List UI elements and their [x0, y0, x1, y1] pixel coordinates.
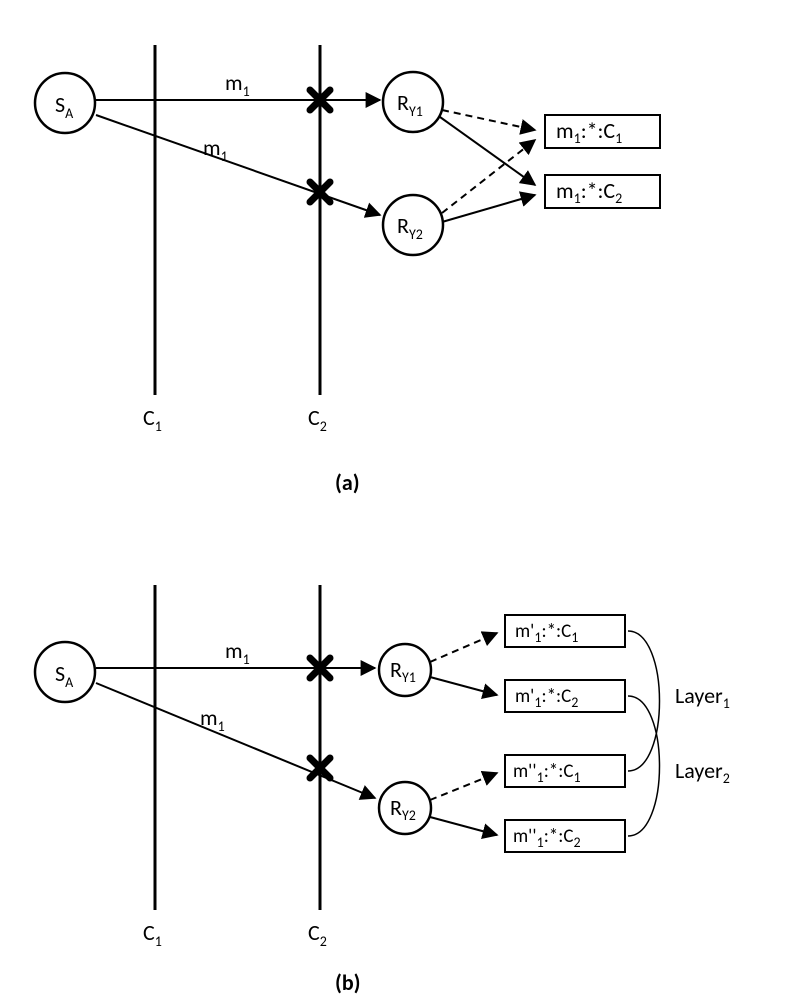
msg-label-bot: m1 [203, 134, 228, 165]
diagram-b: SA m1 m1 RY1 RY2 m'1:*:C1 m'1:*:C2 m''1:… [35, 585, 730, 996]
diagram-a: SA m1 m1 RY1 RY2 m1:*:C1 m1:*:C2 C1 C2 (… [35, 45, 660, 496]
c1-label: C1 [143, 404, 162, 435]
c2-label: C2 [308, 404, 327, 435]
caption-b: (b) [335, 969, 361, 996]
c2-label-b: C2 [308, 919, 327, 950]
ry2-to-b3-dashed [430, 773, 497, 800]
msg-label-top: m1 [225, 69, 250, 100]
msg-label-bot-b: m1 [200, 704, 225, 735]
layer2-bracket [628, 696, 660, 836]
receiver-ry1 [383, 72, 443, 132]
ry1-to-box1-dashed [442, 110, 535, 130]
bbox-4-text: m''1:*:C2 [513, 825, 581, 851]
bbox-2-text: m'1:*:C2 [515, 685, 578, 711]
caption-a: (a) [335, 469, 360, 496]
receiver-ry2 [383, 195, 443, 255]
msg-label-top-b: m1 [225, 637, 250, 668]
bbox-3-text: m''1:*:C1 [513, 760, 581, 786]
msg-arrow-ry2-b [96, 683, 375, 798]
out-box-c1-text: m1:*:C1 [556, 117, 622, 147]
ry1-to-b2-solid [430, 677, 497, 695]
layer1-bracket [628, 631, 660, 771]
ry2-to-b4-solid [430, 817, 497, 835]
msg-arrow-to-ry2 [96, 115, 380, 215]
bbox-1-text: m'1:*:C1 [515, 620, 578, 646]
c1-label-b: C1 [143, 919, 162, 950]
layer2-label: Layer2 [675, 757, 730, 787]
out-box-c2-text: m1:*:C2 [556, 177, 622, 207]
ry1-to-b1-dashed [430, 633, 497, 662]
layer1-label: Layer1 [675, 682, 730, 712]
ry2-to-box2-solid [442, 195, 535, 222]
